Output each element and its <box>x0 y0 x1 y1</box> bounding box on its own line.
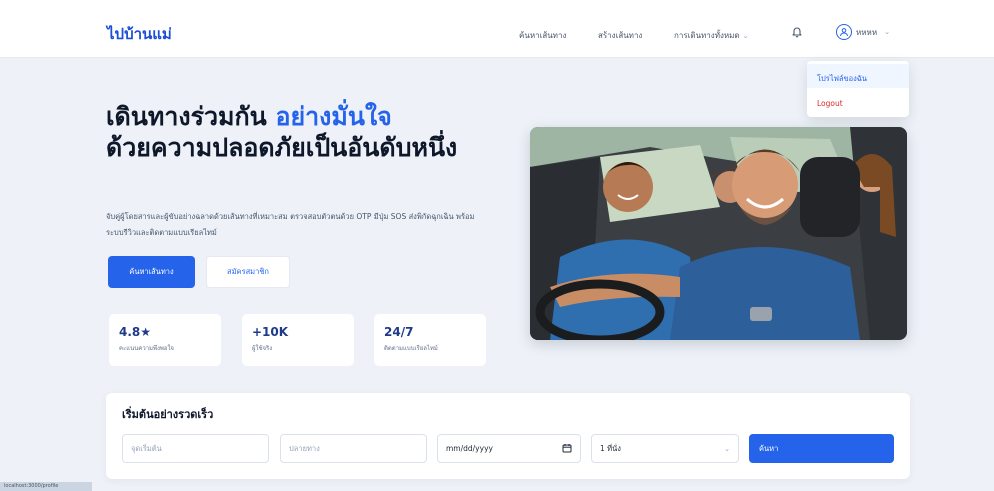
hero-title-line1: เดินทางร่วมกัน <box>106 102 276 131</box>
brand-logo[interactable]: ไปบ้านแม่ <box>107 22 172 46</box>
stat-value: 24/7 <box>384 325 414 339</box>
find-trip-button[interactable]: ค้นหาเส้นทาง <box>108 256 195 288</box>
hero-title: เดินทางร่วมกัน อย่างมั่นใจ ด้วยความปลอดภ… <box>106 101 506 163</box>
hero-description: จับคู่ผู้โดยสารและผู้ขับอย่างฉลาดด้วยเส้… <box>106 212 475 237</box>
nav-link-find-trip[interactable]: ค้นหาเส้นทาง <box>519 29 566 42</box>
stat-card-realtime: 24/7 ติดตามแบบเรียลไทม์ <box>374 314 486 366</box>
user-name: หหหห <box>856 27 878 37</box>
origin-input[interactable]: จุดเริ่มต้น <box>122 434 269 463</box>
browser-status-url: localhost:3000/profile <box>0 482 92 491</box>
nav-link-create-trip[interactable]: สร้างเส้นทาง <box>598 29 642 42</box>
user-menu-button[interactable]: หหหห ⌄ <box>836 21 908 43</box>
user-dropdown-menu: โปรไฟล์ของฉัน Logout <box>807 61 909 117</box>
seats-select-value: 1 ที่นั่ง <box>600 443 621 453</box>
menu-item-profile[interactable]: โปรไฟล์ของฉัน <box>807 64 909 88</box>
destination-input[interactable]: ปลายทาง <box>280 434 427 463</box>
top-navbar: ไปบ้านแม่ ค้นหาเส้นทาง สร้างเส้นทาง การเ… <box>0 0 994 58</box>
calendar-icon[interactable] <box>562 443 572 455</box>
search-button[interactable]: ค้นหา <box>749 434 894 463</box>
quick-search-title: เริ่มต้นอย่างรวดเร็ว <box>122 408 214 421</box>
date-input-value: mm/dd/yyyy <box>446 444 493 453</box>
stat-value: +10K <box>252 325 289 339</box>
stat-card-users: +10K ผู้ใช้จริง <box>242 314 354 366</box>
register-button[interactable]: สมัครสมาชิก <box>206 256 290 288</box>
stat-value: 4.8★ <box>119 325 152 339</box>
stat-label: ผู้ใช้จริง <box>252 345 273 352</box>
menu-item-logout[interactable]: Logout <box>807 90 909 114</box>
chevron-down-icon: ⌄ <box>724 444 730 453</box>
nav-link-manage-label: การเดินทางทั้งหมด <box>674 31 740 40</box>
chevron-down-icon: ⌄ <box>742 32 749 40</box>
chevron-down-icon: ⌄ <box>884 28 890 36</box>
date-input[interactable]: mm/dd/yyyy <box>437 434 581 463</box>
stat-card-rating: 4.8★ คะแนนความพึงพอใจ <box>109 314 221 366</box>
hero-title-line2: ด้วยความปลอดภัยเป็นอันดับหนึ่ง <box>106 133 458 162</box>
nav-link-manage-trips[interactable]: การเดินทางทั้งหมด ⌄ <box>674 29 749 42</box>
seats-select[interactable]: 1 ที่นั่ง ⌄ <box>591 434 739 463</box>
stat-label: คะแนนความพึงพอใจ <box>119 345 174 352</box>
bell-icon[interactable] <box>790 24 804 38</box>
stat-label: ติดตามแบบเรียลไทม์ <box>384 345 438 352</box>
user-avatar-icon <box>836 24 852 40</box>
hero-title-accent: อย่างมั่นใจ <box>275 102 392 131</box>
hero-carpool-photo <box>530 127 907 340</box>
